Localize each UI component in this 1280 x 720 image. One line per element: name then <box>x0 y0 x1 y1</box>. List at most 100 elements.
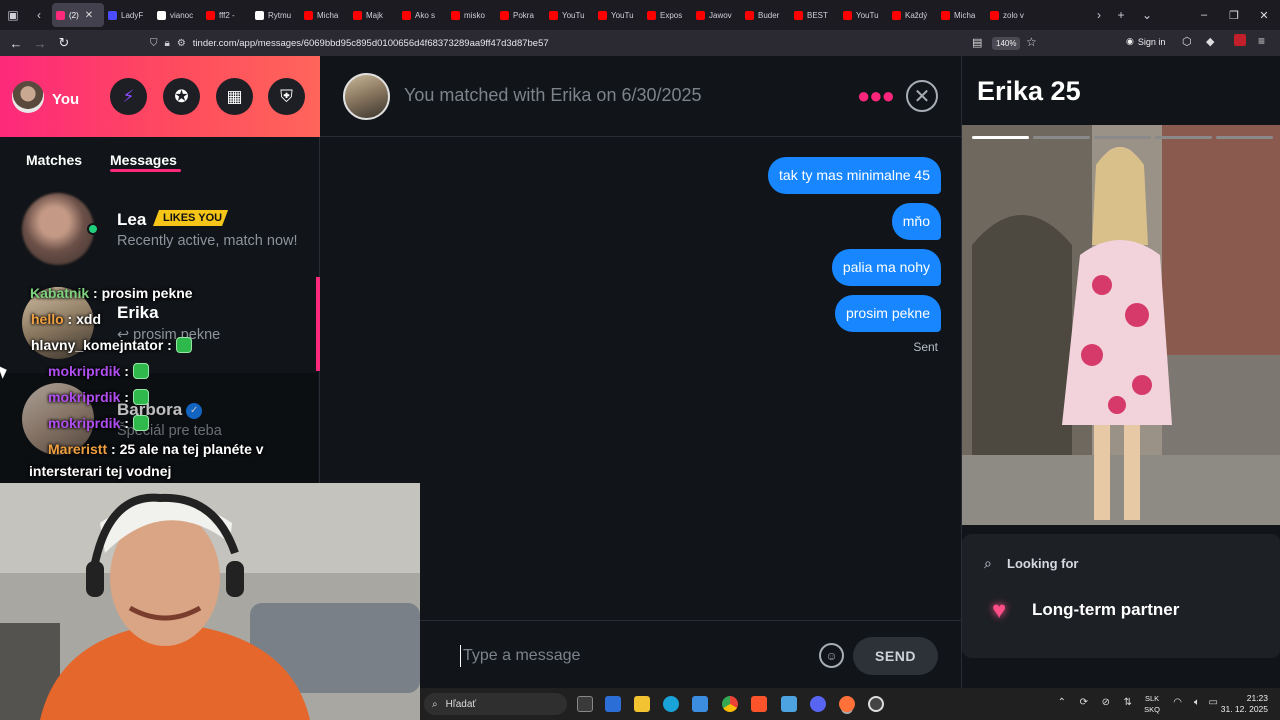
file-explorer-icon[interactable] <box>634 696 650 712</box>
list-item[interactable]: Lea Recently active, match now! <box>0 193 318 285</box>
browser-tab[interactable]: Micha <box>300 3 349 27</box>
tab-favicon-icon <box>941 10 950 20</box>
zoom-indicator[interactable]: 140% <box>992 37 1021 50</box>
permissions-icon[interactable]: ⚙ <box>177 38 186 49</box>
close-icon[interactable]: ✕ <box>906 80 938 112</box>
send-button[interactable]: SEND <box>853 637 938 675</box>
bookmark-star-icon[interactable]: ☆ <box>1026 35 1037 49</box>
shield-extension-icon[interactable]: ◆ <box>1206 35 1214 48</box>
browser-tab[interactable]: Expos <box>643 3 692 27</box>
minimize-icon[interactable]: – <box>1188 0 1220 30</box>
tab-matches[interactable]: Matches <box>26 152 82 168</box>
url-text[interactable]: tinder.com/app/messages/6069bbd95c895d01… <box>193 38 549 49</box>
addon-icon[interactable] <box>1234 34 1246 46</box>
profile-header: You ⚡︎ ✪ ▦ ⛨ <box>0 56 320 137</box>
tray-chevron-icon[interactable]: ⌃ <box>1058 697 1066 708</box>
reload-icon[interactable]: ↻ <box>52 30 76 56</box>
sign-in-button[interactable]: ◉ Sign in <box>1126 36 1165 47</box>
restore-icon[interactable]: ❐ <box>1218 0 1250 30</box>
browser-tab[interactable]: Pokra <box>496 3 545 27</box>
browser-tab[interactable]: LadyF <box>104 3 153 27</box>
wifi-icon[interactable]: ◠ <box>1173 697 1182 708</box>
browser-tab[interactable]: Jawov <box>692 3 741 27</box>
reader-view-icon[interactable]: ▤ <box>972 36 982 49</box>
browser-tab[interactable]: Každý <box>888 3 937 27</box>
avatar[interactable] <box>343 73 390 120</box>
photos-icon[interactable] <box>692 696 708 712</box>
message-bubble[interactable]: mňo <box>891 203 941 240</box>
list-item[interactable]: Erika ↩ prosim pekne <box>0 287 318 379</box>
browser-tab[interactable]: Rytmu <box>251 3 300 27</box>
message-bubble[interactable]: prosim pekne <box>834 295 941 332</box>
tab-label: BEST <box>807 10 828 20</box>
browser-tab[interactable]: YouTu <box>839 3 888 27</box>
lock-icon[interactable]: 🔒︎ <box>165 38 170 49</box>
photo-pager-segment[interactable] <box>1155 136 1212 139</box>
browser-tab[interactable]: BEST <box>790 3 839 27</box>
menu-icon[interactable]: ≡ <box>1258 34 1265 48</box>
browser-tab[interactable]: Ako s <box>398 3 447 27</box>
new-tab-icon[interactable]: + <box>1108 0 1134 30</box>
tab-favicon-icon <box>206 10 215 20</box>
language-indicator[interactable]: SLK SKQ <box>1144 693 1160 715</box>
network-icon[interactable]: ⇅ <box>1124 697 1132 708</box>
you-label[interactable]: You <box>52 91 79 108</box>
browser-tab[interactable]: YouTu <box>545 3 594 27</box>
tab-messages[interactable]: Messages <box>110 152 177 168</box>
taskbar-search[interactable]: ⌕ Hľadať <box>424 693 567 715</box>
wifi-off-icon[interactable]: ⊘ <box>1102 697 1110 708</box>
browser-tab[interactable]: (2) ✕ <box>52 3 104 27</box>
browser-tab[interactable]: zolo v <box>986 3 1035 27</box>
close-tab-icon[interactable]: ✕ <box>85 10 93 21</box>
url-bar[interactable]: ⛉ 🔒︎ ⚙ tinder.com/app/messages/6069bbd95… <box>150 33 1050 53</box>
shield-icon[interactable]: ⛉ <box>150 38 158 49</box>
browser-tab[interactable]: misko <box>447 3 496 27</box>
boost-button[interactable]: ⚡︎ <box>110 78 147 115</box>
tab-overview-icon[interactable]: ▣ <box>0 0 26 30</box>
browser-tab[interactable]: Micha <box>937 3 986 27</box>
volume-icon[interactable]: 🔈︎ <box>1194 697 1200 708</box>
photo-pager-segment[interactable] <box>1033 136 1090 139</box>
emoji-icon[interactable]: ☺ <box>819 643 844 668</box>
message-bubble[interactable]: tak ty mas minimalne 45 <box>768 157 941 194</box>
message-bubble[interactable]: palia ma nohy <box>831 249 941 286</box>
more-options-icon[interactable]: ●●● <box>857 83 895 109</box>
avatar <box>22 287 94 359</box>
safety-button[interactable]: ⛨ <box>268 78 305 115</box>
browser-tab[interactable]: Majk <box>349 3 398 27</box>
browser-tab[interactable]: vianoc <box>153 3 202 27</box>
portfolio-button[interactable]: ▦ <box>216 78 253 115</box>
task-view-icon[interactable] <box>577 696 593 712</box>
brave-icon[interactable] <box>751 696 767 712</box>
photo-pager-segment[interactable] <box>1216 136 1273 139</box>
tab-favicon-icon <box>402 10 411 20</box>
heart-icon: ♥ <box>992 597 1007 624</box>
back-icon[interactable]: ← <box>4 30 28 56</box>
browser-tab[interactable]: YouTu <box>594 3 643 27</box>
avatar[interactable] <box>12 81 44 113</box>
browser-tab[interactable]: Buder <box>741 3 790 27</box>
tab-scroll-left-icon[interactable]: ‹ <box>26 0 52 30</box>
notepad-icon[interactable] <box>781 696 797 712</box>
store-icon[interactable] <box>605 696 621 712</box>
sync-icon[interactable]: ⟳ <box>1080 697 1088 708</box>
explore-button[interactable]: ✪ <box>163 78 200 115</box>
tab-label: Buder <box>758 10 780 20</box>
photo-pager-segment[interactable] <box>972 136 1029 139</box>
firefox-icon[interactable] <box>839 696 855 712</box>
edge-icon[interactable] <box>663 696 679 712</box>
extensions-icon[interactable]: ⬡ <box>1182 35 1192 48</box>
profile-photo[interactable] <box>962 125 1280 525</box>
battery-icon[interactable]: ▭ <box>1209 697 1218 708</box>
search-icon: ⌕ <box>432 698 438 710</box>
close-window-icon[interactable]: ✕ <box>1248 0 1280 30</box>
photo-pager-segment[interactable] <box>1094 136 1151 139</box>
forward-icon[interactable]: → <box>28 30 52 56</box>
discord-icon[interactable] <box>810 696 826 712</box>
obs-icon[interactable] <box>868 696 884 712</box>
browser-tab[interactable]: fff2 - <box>202 3 251 27</box>
tab-list-icon[interactable]: ⌄ <box>1134 0 1160 30</box>
chrome-icon[interactable] <box>722 696 738 712</box>
clock[interactable]: 21:23 31. 12. 2025 <box>1221 693 1268 715</box>
message-input[interactable] <box>460 645 800 667</box>
